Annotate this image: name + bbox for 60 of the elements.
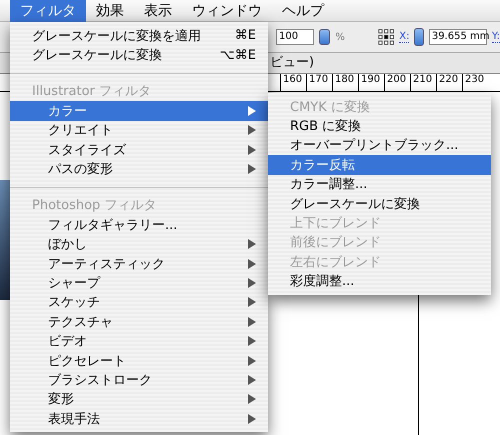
submenu-item[interactable]: シャープ bbox=[10, 273, 268, 293]
menu-item[interactable]: 彩度調整... bbox=[268, 272, 491, 291]
submenu-item[interactable]: 変形 bbox=[10, 390, 268, 410]
stepper-button[interactable] bbox=[414, 28, 424, 46]
submenu-item[interactable]: スタイライズ bbox=[10, 140, 268, 160]
menu-section-header: Illustrator フィルタ bbox=[31, 82, 152, 101]
ruler-number: 160 bbox=[280, 74, 306, 91]
submenu-arrow-icon bbox=[248, 297, 256, 308]
ruler-number: 170 bbox=[306, 74, 332, 91]
submenu-item[interactable]: ピクセレート bbox=[10, 350, 268, 370]
submenu-arrow-icon bbox=[248, 374, 256, 385]
reference-point-icon[interactable] bbox=[378, 27, 394, 47]
submenu-item[interactable]: ブラシストローク bbox=[10, 370, 268, 390]
menu-item[interactable]: グレースケールに変換 bbox=[268, 194, 491, 214]
ruler-number: 200 bbox=[384, 74, 410, 91]
menu-section-header: Photoshop フィルタ bbox=[31, 196, 158, 215]
submenu-arrow-icon bbox=[248, 316, 256, 327]
submenu-item[interactable]: ビデオ bbox=[10, 331, 268, 351]
submenu-arrow-icon bbox=[248, 394, 256, 404]
submenu-item[interactable]: テクスチャ bbox=[10, 312, 268, 332]
menu-bar-item[interactable]: ウィンドウ bbox=[182, 0, 272, 22]
menu-item[interactable]: カラー調整... bbox=[268, 174, 491, 194]
submenu-arrow-icon bbox=[248, 258, 256, 269]
submenu-item[interactable]: アーティスティック bbox=[10, 254, 268, 274]
y-label[interactable]: Y: bbox=[492, 31, 500, 43]
submenu-item[interactable]: カラー bbox=[10, 101, 268, 121]
ruler-number: 220 bbox=[436, 74, 462, 91]
ruler-number: 230 bbox=[462, 74, 488, 91]
submenu-arrow-icon bbox=[248, 106, 256, 116]
submenu-arrow-icon bbox=[248, 164, 256, 174]
submenu-arrow-icon bbox=[248, 278, 256, 288]
menu-item[interactable]: オーバープリントブラック... bbox=[268, 136, 491, 156]
menu-bar-item[interactable]: ヘルプ bbox=[272, 0, 334, 22]
submenu-item[interactable]: パスの変形 bbox=[10, 159, 268, 179]
submenu-arrow-icon bbox=[248, 356, 256, 366]
menu-item[interactable]: グレースケールに変換を適用 ⌘E bbox=[10, 26, 268, 46]
submenu-arrow-icon bbox=[248, 414, 256, 424]
x-field[interactable]: 39.655 mm bbox=[428, 29, 487, 45]
menu-item[interactable]: フィルタギャラリー... bbox=[10, 215, 268, 235]
menu-bar-item[interactable]: フィルタ bbox=[10, 0, 86, 22]
submenu-arrow-icon bbox=[248, 239, 256, 250]
submenu-arrow-icon bbox=[248, 125, 256, 136]
dropdown-arrow-button[interactable] bbox=[319, 29, 330, 45]
shortcut-label: ⌘E bbox=[234, 28, 256, 44]
submenu-item[interactable]: 表現手法 bbox=[10, 409, 268, 428]
submenu-item[interactable]: ぼかし bbox=[10, 234, 268, 254]
submenu-item[interactable]: スケッチ bbox=[10, 292, 268, 312]
menu-bar-item[interactable]: 効果 bbox=[86, 0, 134, 22]
submenu-arrow-icon bbox=[248, 144, 256, 155]
submenu-arrow-icon bbox=[248, 336, 256, 346]
menu-item[interactable]: RGB に変換 bbox=[268, 116, 491, 136]
opacity-field[interactable]: 100 bbox=[276, 29, 314, 45]
percent-label: % bbox=[335, 32, 345, 42]
menu-bar-item[interactable]: 表示 bbox=[134, 0, 182, 22]
submenu-item[interactable]: クリエイト bbox=[10, 120, 268, 140]
ruler-number: 210 bbox=[410, 74, 436, 91]
ruler-number: 190 bbox=[358, 74, 384, 91]
x-label[interactable]: X: bbox=[399, 31, 410, 43]
ruler-number: 180 bbox=[332, 74, 358, 91]
menu-item[interactable]: カラー反転 bbox=[268, 155, 491, 175]
